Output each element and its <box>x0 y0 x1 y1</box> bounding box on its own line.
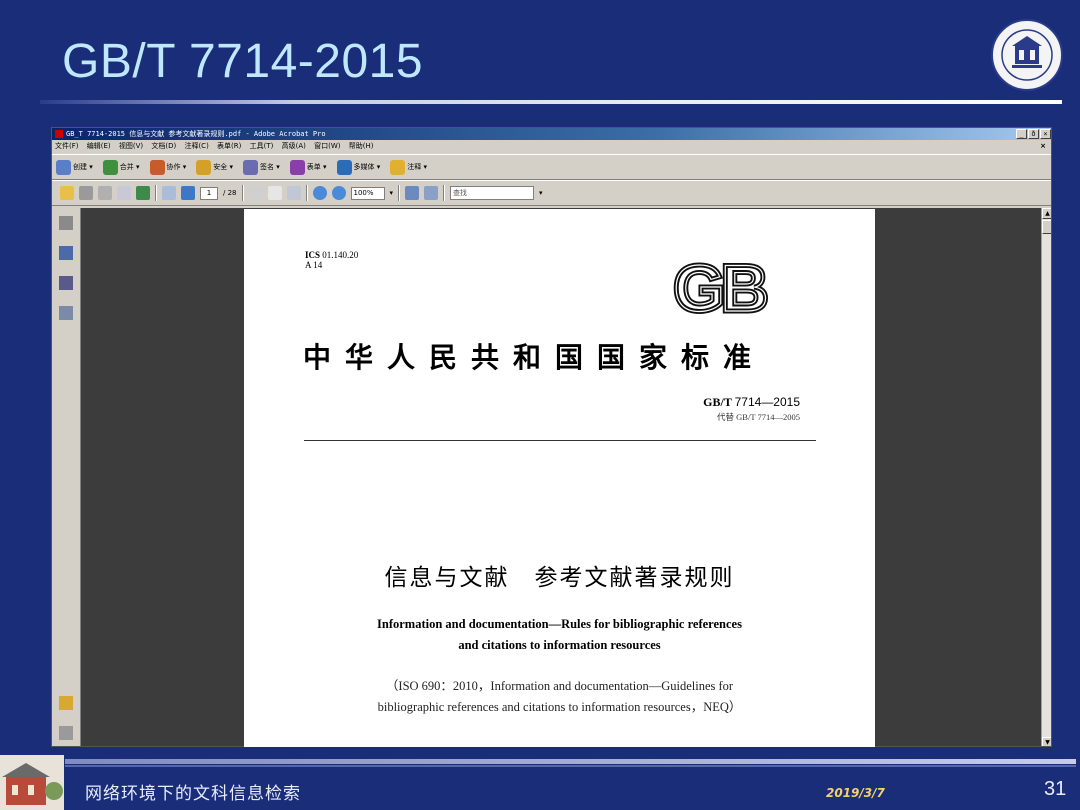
print-icon[interactable] <box>79 186 93 200</box>
menu-help[interactable]: 帮助(H) <box>349 142 374 150</box>
gb-standard-logo: GB GB <box>671 257 772 319</box>
page-number-input[interactable]: 1 <box>200 186 218 200</box>
share-globe-icon[interactable] <box>136 186 150 200</box>
page-total: / 28 <box>223 189 237 197</box>
multimedia-icon <box>336 159 352 175</box>
window-title: GB_T 7714-2015 信息与文献 参考文献著录规则.pdf - Adob… <box>66 130 326 138</box>
close-button[interactable]: × <box>1040 129 1051 139</box>
zoom-level-input[interactable]: 100% <box>350 186 385 200</box>
window-titlebar[interactable]: GB_T 7714-2015 信息与文献 参考文献著录规则.pdf - Adob… <box>52 128 1051 140</box>
course-name: 网络环境下的文科信息检索 <box>85 784 301 804</box>
restore-button[interactable]: ð <box>1028 129 1039 139</box>
menu-comments[interactable]: 注释(C) <box>184 142 208 150</box>
bookmarks-panel-icon[interactable] <box>59 246 73 260</box>
save-icon[interactable] <box>98 186 112 200</box>
navigation-pane <box>52 208 81 746</box>
minimize-button[interactable]: _ <box>1016 129 1027 139</box>
email-icon[interactable] <box>117 186 131 200</box>
fit-page-icon[interactable] <box>405 186 420 200</box>
slide-title: GB/T 7714-2015 <box>62 35 424 88</box>
slide-page-number: 31 <box>1044 778 1067 800</box>
signatures-panel-icon[interactable] <box>59 306 73 320</box>
iso-equivalence-note: （ISO 690：2010，Information and documentat… <box>377 679 742 714</box>
layers-panel-icon[interactable] <box>59 276 73 290</box>
comment-button[interactable]: 注释 ▾ <box>386 159 427 175</box>
standard-number: GB/T 7714—2015 代替 GB/T 7714—2005 <box>703 395 800 422</box>
university-seal-logo <box>991 19 1063 91</box>
sign-pen-icon <box>243 159 258 175</box>
find-dropdown-icon[interactable]: ▾ <box>539 189 543 197</box>
zoom-in-icon[interactable] <box>331 186 346 200</box>
scroll-down-arrow[interactable]: ▼ <box>1042 737 1051 746</box>
english-title: Information and documentation—Rules for … <box>377 617 742 652</box>
next-page-icon[interactable] <box>181 186 195 200</box>
document-close-button[interactable]: × <box>1040 140 1046 153</box>
lock-icon <box>196 159 212 175</box>
slide-date: 2019/3/7 <box>826 786 885 800</box>
forms-button[interactable]: 表单 ▾ <box>286 159 327 175</box>
hand-tool-icon[interactable] <box>267 186 282 200</box>
national-standard-heading: 中华人民共和国国家标准 <box>303 341 766 374</box>
toolbar-separator <box>305 185 308 201</box>
page-divider <box>304 440 816 441</box>
secure-button[interactable]: 安全 ▾ <box>192 159 233 175</box>
pdf-file-icon <box>55 130 63 138</box>
menu-document[interactable]: 文档(D) <box>151 142 176 150</box>
ics-classification: ICS 01.140.20 A 14 <box>305 250 359 270</box>
chinese-title: 信息与文献 参考文献著录规则 <box>384 565 735 591</box>
find-input[interactable]: 查找 <box>450 186 535 200</box>
menu-file[interactable]: 文件(F) <box>55 142 79 150</box>
menu-view[interactable]: 视图(V) <box>119 142 143 150</box>
attachments-paperclip-icon[interactable] <box>59 726 73 740</box>
replaces-note: 代替 GB/T 7714—2005 <box>717 412 800 422</box>
slide: GB/T 7714-2015 GB_T 7714-2015 信息与文献 参考文献… <box>0 0 1080 810</box>
menu-forms[interactable]: 表单(R) <box>217 142 241 150</box>
scroll-up-arrow[interactable]: ▲ <box>1042 208 1051 219</box>
select-tool-icon[interactable] <box>248 186 263 200</box>
toolbar-separator <box>155 185 157 201</box>
toolbar-separator <box>241 185 244 201</box>
combine-button[interactable]: 合并 ▾ <box>99 159 140 175</box>
zoom-tool-icon[interactable] <box>286 186 301 200</box>
combine-icon <box>102 159 118 175</box>
file-toolbar: 1 / 28 100% ▾ 查找 ▾ <box>52 180 1051 206</box>
previous-page-icon[interactable] <box>162 186 176 200</box>
menu-tools[interactable]: 工具(T) <box>250 142 274 150</box>
toolbar-separator <box>443 185 446 201</box>
zoom-out-icon[interactable] <box>312 186 327 200</box>
campus-building-image <box>0 755 64 810</box>
menu-window[interactable]: 窗口(W) <box>314 142 340 150</box>
create-pdf-icon <box>56 159 71 175</box>
comment-icon <box>390 159 406 175</box>
collaborate-button[interactable]: 协作 ▾ <box>146 159 186 175</box>
comments-panel-icon[interactable] <box>59 696 73 710</box>
create-button[interactable]: 创建 ▾ <box>52 159 93 175</box>
pdf-page: ICS 01.140.20 A 14 GB GB 中华人民共和国国家标准 GB/… <box>244 209 875 747</box>
gb-logo-outline: GB <box>674 257 766 319</box>
open-folder-icon[interactable] <box>60 186 74 200</box>
tasks-toolbar: 创建 ▾ 合并 ▾ 协作 ▾ 安全 ▾ 签名 ▾ 表单 ▾ 多媒体 ▾ 注释 ▾ <box>52 154 1051 180</box>
forms-icon <box>289 159 305 175</box>
zoom-dropdown-icon[interactable]: ▾ <box>390 189 394 197</box>
fit-width-icon[interactable] <box>424 186 439 200</box>
footer-divider <box>65 759 1076 764</box>
title-underline <box>40 100 1062 104</box>
menu-advanced[interactable]: 高级(A) <box>282 142 306 150</box>
toolbar-separator <box>398 185 401 201</box>
menu-bar: 文件(F) 编辑(E) 视图(V) 文档(D) 注释(C) 表单(R) 工具(T… <box>52 140 1051 153</box>
footer-divider-line <box>65 765 1076 767</box>
multimedia-button[interactable]: 多媒体 ▾ <box>333 159 380 175</box>
sign-button[interactable]: 签名 ▾ <box>239 159 280 175</box>
pages-panel-icon[interactable] <box>59 216 73 230</box>
vertical-scrollbar[interactable]: ▲ ▼ <box>1041 208 1051 746</box>
collaborate-icon <box>149 159 165 175</box>
scroll-thumb[interactable] <box>1042 220 1051 234</box>
menu-edit[interactable]: 编辑(E) <box>87 142 111 150</box>
